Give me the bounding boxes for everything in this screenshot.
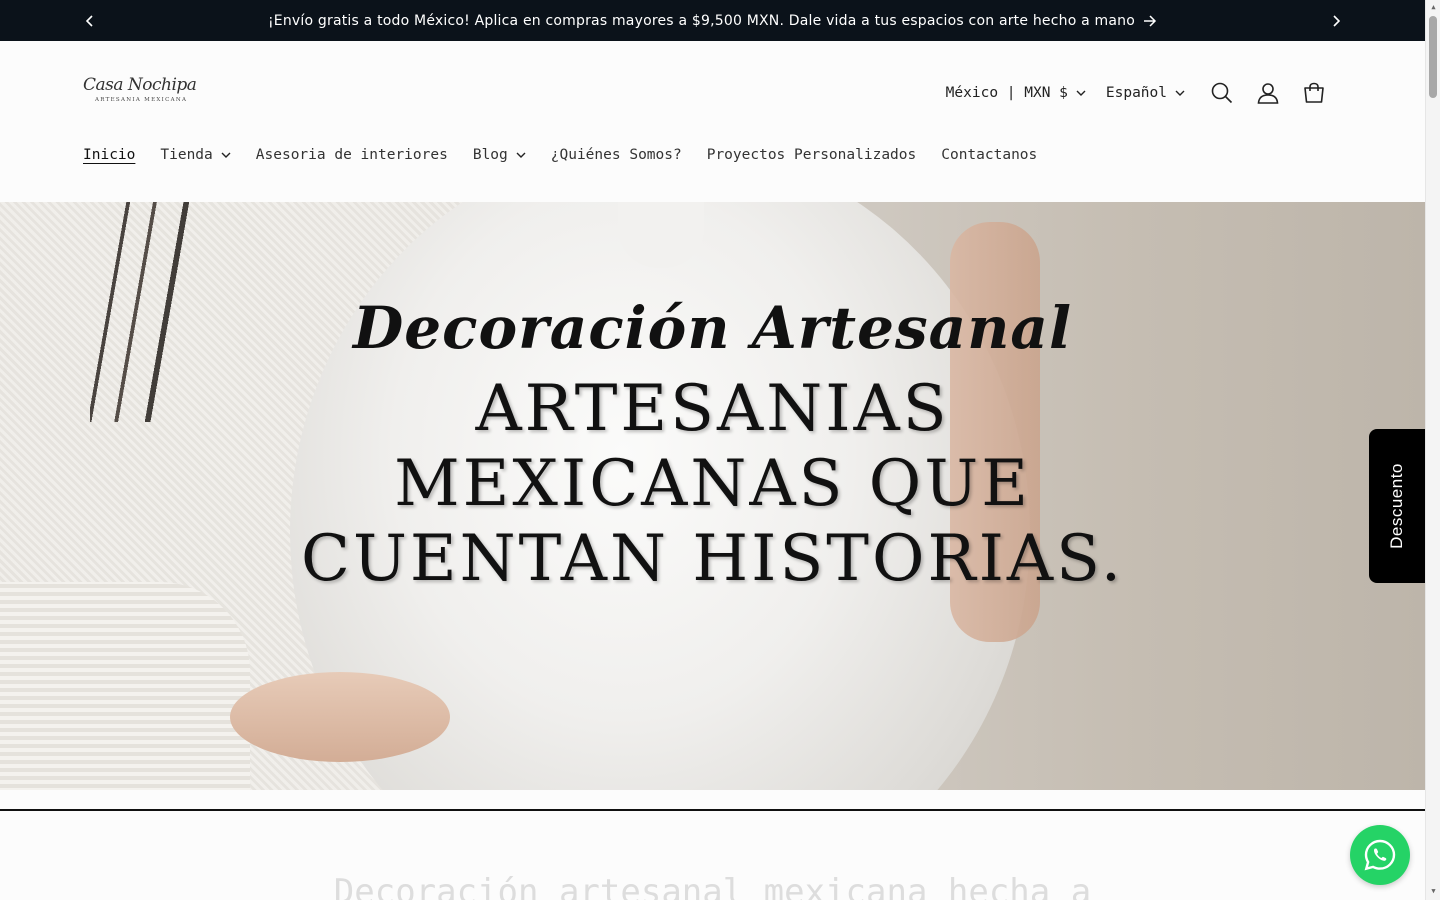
hero-title: ARTESANIAS MEXICANAS QUE CUENTAN HISTORI… [0,372,1425,597]
language-selector-label: Español [1105,85,1167,101]
search-button[interactable] [1199,77,1245,109]
scroll-thumb[interactable] [1429,16,1437,98]
whatsapp-button[interactable] [1350,825,1410,885]
nav-item-inicio[interactable]: Inicio [83,147,135,163]
nav-item-blog[interactable]: Blog [473,147,526,163]
nav-item-label: Inicio [83,147,136,163]
account-icon [1257,83,1279,104]
hero-title-line: CUENTAN HISTORIAS. [300,522,1125,596]
hero-image-hand [230,672,450,762]
section-title: Decoración artesanal mexicana hecha a [333,872,1092,900]
section-divider [0,809,1425,811]
nav-item-contactanos[interactable]: Contactanos [941,147,1037,163]
logo-script: Casa Nochipa [83,75,197,95]
hero-title-line: MEXICANAS QUE [394,447,1031,521]
nav-item-label: Tienda [160,147,213,163]
nav-item-tienda[interactable]: Tienda [160,147,231,163]
hero-image-sleeve [0,582,250,790]
discount-tab-label: Descuento [1387,463,1406,549]
chevron-right-icon [1333,14,1340,27]
chevron-down-icon [221,152,231,158]
nav-item-asesoria[interactable]: Asesoria de interiores [256,147,448,163]
search-icon [1211,82,1233,104]
nav-item-label: Asesoria de interiores [255,147,448,163]
scroll-up-arrow[interactable]: ▲ [1429,3,1438,13]
announcement-link[interactable]: ¡Envío gratis a todo México! Aplica en c… [268,13,1157,29]
hero-title-line: ARTESANIAS [475,372,950,446]
site-header: Casa Nochipa ARTESANIA MEXICANA México |… [0,41,1425,202]
announcement-text: ¡Envío gratis a todo México! Aplica en c… [268,12,1135,29]
chevron-down-icon [1076,90,1086,96]
hero-banner: Decoración Artesanal ARTESANIAS MEXICANA… [0,202,1425,790]
nav-item-label: ¿Quiénes Somos? [550,147,682,163]
hero-script-title: Decoración Artesanal [352,294,1072,362]
nav-item-quienes-somos[interactable]: ¿Quiénes Somos? [551,147,682,163]
country-selector-label: México | MXN $ [945,85,1068,101]
main-nav: Inicio Tienda Asesoria de interiores Blo… [83,147,1062,163]
hero-text: Decoración Artesanal ARTESANIAS MEXICANA… [0,294,1425,597]
announcement-next-button[interactable] [1321,0,1351,41]
nav-item-label: Blog [472,147,508,163]
discount-tab[interactable]: Descuento [1369,429,1425,583]
cart-icon [1304,82,1324,103]
chevron-down-icon [516,152,526,158]
account-button[interactable] [1245,77,1291,109]
nav-item-proyectos[interactable]: Proyectos Personalizados [707,147,917,163]
country-selector[interactable]: México | MXN $ [946,85,1086,101]
nav-item-label: Proyectos Personalizados [706,147,917,163]
arrow-right-icon [1144,14,1157,27]
chevron-left-icon [86,14,93,27]
cart-button[interactable] [1291,77,1337,109]
page-scrollbar[interactable]: ▲ ▼ [1425,0,1440,900]
whatsapp-icon [1364,839,1396,871]
logo-subtitle: ARTESANIA MEXICANA [95,97,188,103]
scroll-down-arrow[interactable]: ▼ [1429,887,1438,897]
announcement-prev-button[interactable] [75,0,105,41]
chevron-down-icon [1175,90,1185,96]
announcement-bar: ¡Envío gratis a todo México! Aplica en c… [0,0,1425,41]
logo[interactable]: Casa Nochipa ARTESANIA MEXICANA [83,75,197,115]
language-selector[interactable]: Español [1106,85,1185,101]
header-utilities: México | MXN $ Español [946,77,1337,109]
nav-item-label: Contactanos [941,147,1038,163]
